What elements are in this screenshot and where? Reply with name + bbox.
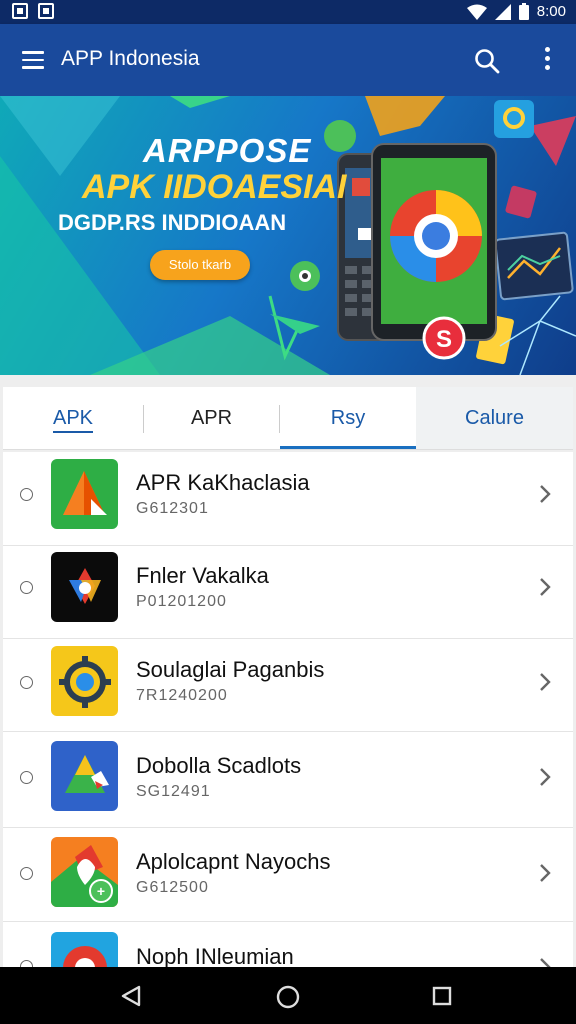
- search-icon[interactable]: [474, 48, 500, 74]
- radio-button[interactable]: [20, 488, 33, 501]
- banner-subtitle: DGDP.RS INDDIOAAN: [58, 210, 287, 235]
- svg-text:S: S: [436, 326, 452, 353]
- promo-banner[interactable]: S ARPPOSE APK IIDOAESIAI DGDP.RS INDDIOA…: [0, 96, 576, 375]
- banner-title: APK IIDOAESIAI: [82, 168, 347, 206]
- banner-cta-button[interactable]: Stolo tkarb: [150, 250, 250, 280]
- list-item[interactable]: Noph INleumian: [3, 922, 573, 967]
- star-app-icon: [51, 552, 118, 622]
- app-id: G612301: [136, 500, 209, 517]
- app-title: Fnler Vakalka: [136, 563, 269, 588]
- tab-calure-label: Calure: [465, 407, 524, 429]
- menu-icon[interactable]: [22, 51, 44, 69]
- banner-headline: ARPPOSE: [143, 132, 312, 169]
- download-notification-icon: [38, 3, 54, 19]
- status-time: 8:00: [536, 3, 566, 20]
- tab-apk[interactable]: APK: [3, 387, 143, 449]
- app-title: Dobolla Scadlots: [136, 753, 302, 778]
- home-icon[interactable]: [276, 985, 300, 1009]
- tab-bar: APK APR Rsy Calure: [3, 387, 573, 450]
- chevron-right-icon: [540, 485, 551, 503]
- system-nav-bar: [0, 967, 576, 1024]
- signal-icon: [494, 3, 511, 20]
- app-title: Noph INleumian: [136, 944, 294, 967]
- tab-rsy[interactable]: Rsy: [280, 387, 416, 449]
- tab-apk-label: APK: [52, 407, 94, 433]
- chevron-right-icon: [540, 864, 551, 882]
- list-item[interactable]: APR KaKhaclasia G612301: [3, 452, 573, 546]
- battery-icon: [518, 3, 529, 20]
- app-id: SG12491: [136, 783, 211, 800]
- app-id: G612500: [136, 879, 209, 896]
- back-icon[interactable]: [120, 985, 142, 1007]
- list-item[interactable]: Dobolla Scadlots SG12491: [3, 734, 573, 828]
- radio-button[interactable]: [20, 676, 33, 689]
- maps-app-icon: +: [51, 837, 118, 907]
- radio-button[interactable]: [20, 581, 33, 594]
- tab-apr[interactable]: APR: [144, 387, 279, 449]
- recents-icon[interactable]: [432, 986, 452, 1006]
- tab-rsy-label: Rsy: [330, 407, 366, 429]
- list-item[interactable]: Soulaglai Paganbis 7R1240200: [3, 638, 573, 732]
- app-bar: APP Indonesia: [0, 24, 576, 96]
- drive-triangle-icon: [51, 741, 118, 811]
- wifi-icon: [466, 4, 487, 20]
- chrome-app-icon: [51, 932, 118, 967]
- app-id: P01201200: [136, 593, 227, 610]
- chevron-right-icon: [540, 578, 551, 596]
- radio-button[interactable]: [20, 867, 33, 880]
- image-notification-icon: [12, 3, 28, 19]
- radio-button[interactable]: [20, 960, 33, 967]
- status-bar: 8:00: [0, 0, 576, 24]
- tab-apr-label: APR: [190, 407, 233, 429]
- app-title: Aplolcapnt Nayochs: [136, 849, 331, 874]
- triangle-app-icon: [51, 459, 118, 529]
- app-title: Soulaglai Paganbis: [136, 657, 325, 682]
- app-list: APR KaKhaclasia G612301 Fnler Vakalka P0…: [3, 452, 573, 967]
- svg-text:+: +: [97, 883, 105, 899]
- app-title: APP Indonesia: [61, 47, 200, 70]
- tab-calure[interactable]: Calure: [416, 387, 573, 449]
- list-item[interactable]: Fnler Vakalka P01201200: [3, 545, 573, 639]
- app-title: APR KaKhaclasia: [136, 470, 310, 495]
- location-target-icon: [51, 646, 118, 716]
- chevron-right-icon: [540, 673, 551, 691]
- radio-button[interactable]: [20, 771, 33, 784]
- chevron-right-icon: [540, 768, 551, 786]
- more-options-icon[interactable]: [543, 47, 551, 73]
- list-item[interactable]: + Aplolcapnt Nayochs G612500: [3, 828, 573, 922]
- app-id: 7R1240200: [136, 687, 228, 704]
- chevron-right-icon: [540, 958, 551, 967]
